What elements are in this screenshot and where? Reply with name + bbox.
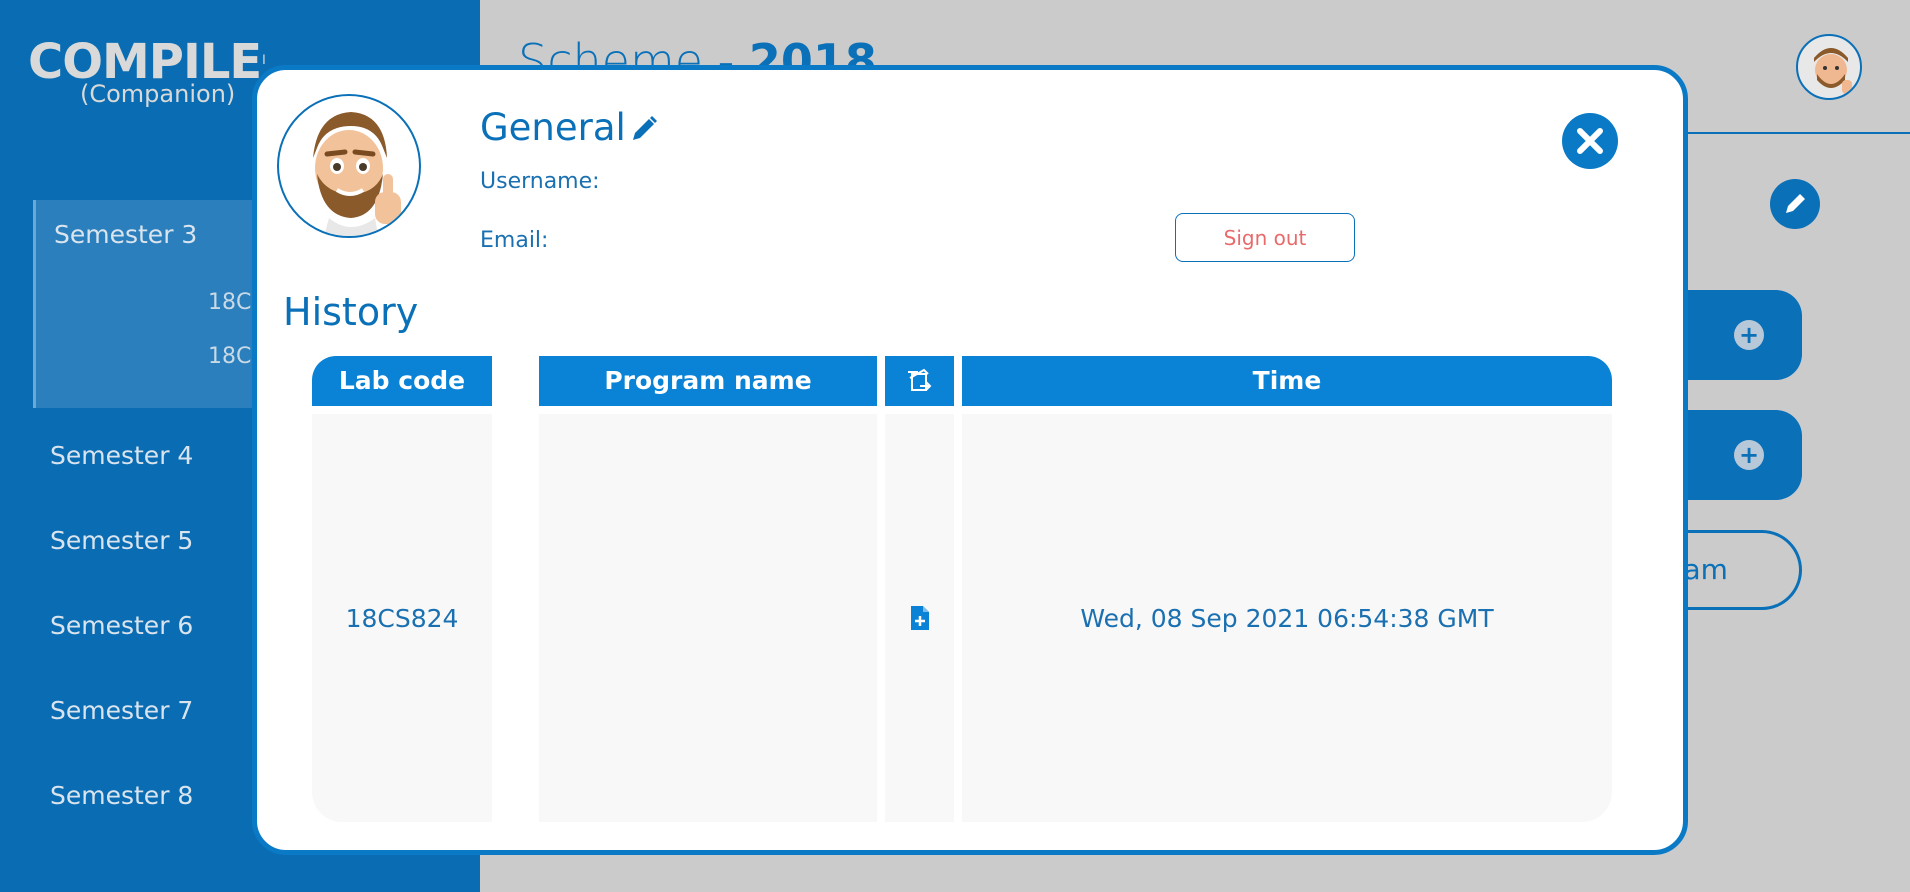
- close-button[interactable]: [1562, 113, 1618, 169]
- plus-circle-icon: +: [1734, 320, 1764, 350]
- table-cell-lab-code: 18CS824: [312, 414, 492, 822]
- avatar[interactable]: [1796, 34, 1862, 100]
- close-icon: [1577, 128, 1603, 154]
- email-label: Email:: [480, 228, 549, 253]
- export-file-icon: [907, 368, 931, 391]
- table-cell-time: Wed, 08 Sep 2021 06:54:38 GMT: [962, 414, 1612, 822]
- sidebar-item-semester-4[interactable]: Semester 4: [50, 441, 193, 470]
- sidebar-item-label: Semester 3: [54, 220, 198, 249]
- username-label: Username:: [480, 169, 600, 194]
- table-header-time: Time: [962, 356, 1612, 406]
- plus-circle-icon: +: [1734, 440, 1764, 470]
- table-header-lab-code: Lab code: [312, 356, 492, 406]
- table-header-program-name: Program name: [539, 356, 877, 406]
- profile-modal: General Username: Email: Sign out Histor…: [252, 65, 1688, 855]
- edit-pencil-icon: [1786, 194, 1805, 213]
- sidebar-item-semester-6[interactable]: Semester 6: [50, 611, 193, 640]
- section-title: General: [480, 106, 626, 149]
- sidebar-item-semester-5[interactable]: Semester 5: [50, 526, 193, 555]
- edit-button[interactable]: [1770, 179, 1820, 229]
- sidebar-item-semester-8[interactable]: Semester 8: [50, 781, 193, 810]
- edit-pencil-icon[interactable]: [629, 114, 659, 144]
- sidebar-item-semester-7[interactable]: Semester 7: [50, 696, 193, 725]
- table-header-export: [885, 356, 954, 406]
- column-gap: [492, 414, 539, 822]
- app-logo-subtitle: (Companion): [80, 80, 236, 108]
- add-file-icon[interactable]: [908, 604, 932, 632]
- sign-out-button[interactable]: Sign out: [1175, 213, 1355, 262]
- table-cell-program-name: [539, 414, 877, 822]
- table-cell-action: [885, 414, 954, 822]
- profile-avatar: [277, 94, 421, 238]
- history-title: History: [283, 290, 419, 334]
